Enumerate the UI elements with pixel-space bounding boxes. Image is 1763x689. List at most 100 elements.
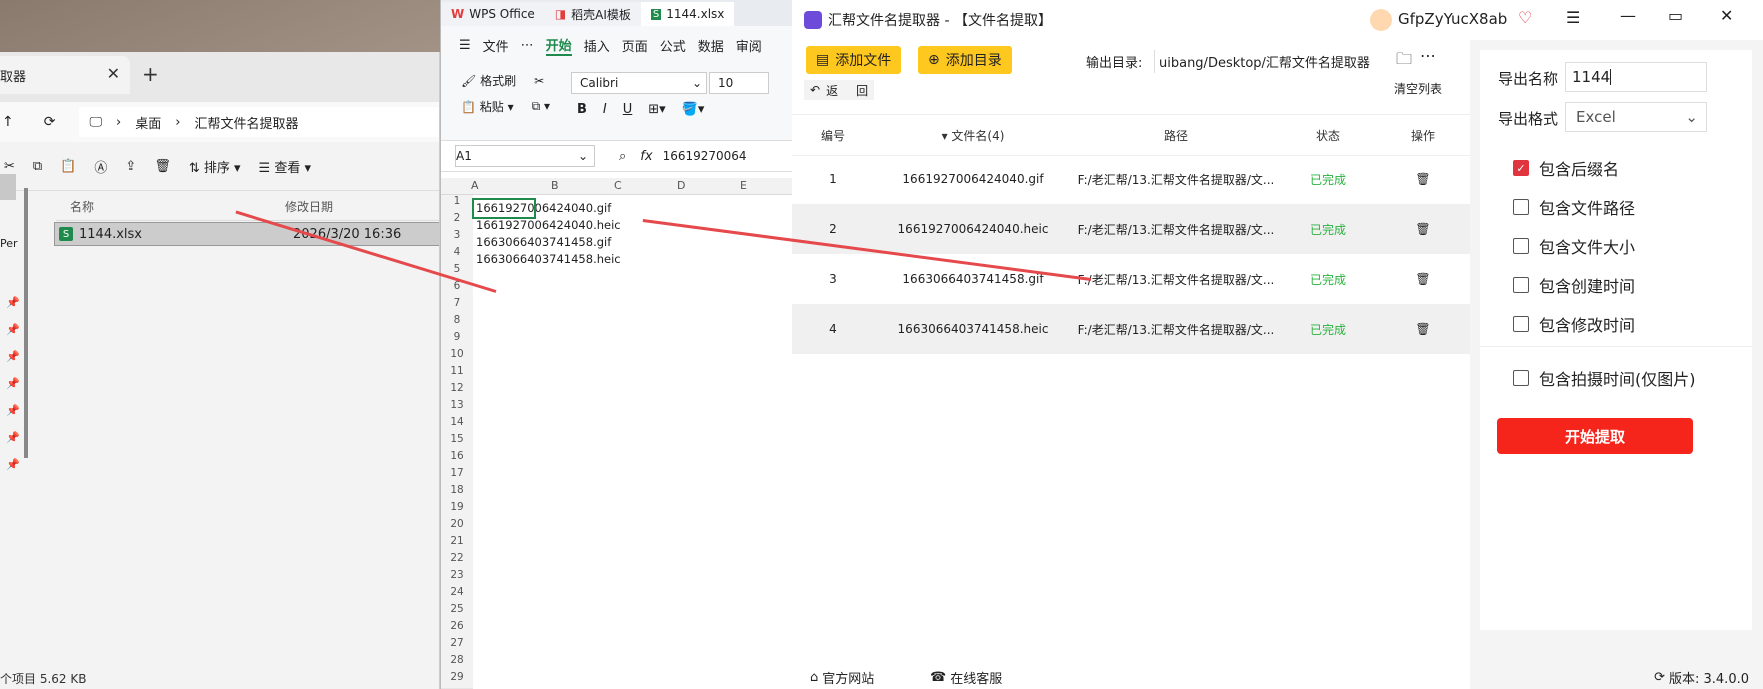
row-header[interactable]: 20 [441,518,473,536]
tab-template[interactable]: ◨ 稻壳AI模板 [544,2,641,26]
rename-icon[interactable]: Ⓐ [94,157,107,176]
column-modified[interactable]: 修改日期 [285,198,333,215]
close-tab-icon[interactable]: ✕ [107,64,120,83]
pin-icon[interactable]: 📌 [6,431,20,444]
font-size-select[interactable]: 10 [709,72,769,94]
output-dir-input[interactable]: uibang/Desktop/汇帮文件名提取器 [1154,50,1374,73]
checkbox[interactable] [1513,277,1529,293]
pin-icon[interactable]: 📌 [6,404,20,417]
breadcrumb-desktop[interactable]: 桌面 [135,113,161,132]
row-header[interactable]: 16 [441,450,473,468]
option-modified[interactable]: 包含修改时间 [1513,312,1635,336]
menu-insert[interactable]: 插入 [584,36,610,55]
option-created[interactable]: 包含创建时间 [1513,273,1635,297]
tab-xlsx[interactable]: S 1144.xlsx [640,2,735,26]
option-path[interactable]: 包含文件路径 [1513,195,1635,219]
checkbox[interactable]: ✓ [1513,160,1529,176]
trash-icon[interactable]: 🗑 [1376,322,1470,336]
row-header[interactable]: 10 [441,348,473,366]
new-tab-icon[interactable]: + [142,62,159,86]
add-dir-button[interactable]: ⊕ 添加目录 [918,46,1012,74]
menu-review[interactable]: 审阅 [736,36,762,55]
share-icon[interactable]: ⇪ [125,159,136,174]
sheet-grid[interactable]: A B C D E 1 2 3 4 5 6 7 8 9 10 11 12 13 14 15 16 17 18 19 2… [441,178,792,689]
up-arrow-icon[interactable]: ↑ [2,114,14,130]
sidebar-scrollbar[interactable] [24,188,28,458]
table-row[interactable]: 2 1661927006424040.heic F:/老汇帮/13.汇帮文件名提… [792,204,1470,254]
file-row[interactable]: S 1144.xlsx 2026/3/20 16:36 [54,222,439,246]
checkbox[interactable] [1513,238,1529,254]
col-b[interactable]: B [551,179,559,192]
checkbox[interactable] [1513,370,1529,386]
row-header[interactable]: 24 [441,586,473,604]
row-header[interactable]: 21 [441,535,473,553]
column-name[interactable]: 名称 [70,198,285,215]
address-bar[interactable]: ↑ ⟳ 🖵 › 桌面 › 汇帮文件名提取器 [0,102,439,142]
menu-home[interactable]: 开始 [545,35,572,56]
sort-button[interactable]: ⇅ 排序 ▾ [189,157,241,176]
menu-data[interactable]: 数据 [698,36,724,55]
folder-open-icon[interactable]: 🗀 [1396,48,1412,75]
row-header[interactable]: 28 [441,654,473,672]
menu-icon[interactable]: ☰ [1566,8,1580,27]
trash-icon[interactable]: 🗑 [1376,172,1470,186]
delete-icon[interactable]: 🗑 [154,159,171,174]
refresh-icon[interactable]: ⟳ [1654,670,1665,685]
row-header[interactable]: 22 [441,552,473,570]
row-header[interactable]: 15 [441,433,473,451]
col-d[interactable]: D [677,179,685,192]
row-header[interactable]: 9 [441,331,473,349]
pin-icon[interactable]: 📌 [6,323,20,336]
menu-formula[interactable]: 公式 [660,36,686,55]
bold-icon[interactable]: B [577,102,587,117]
header-name[interactable]: ▾ 文件名(4) [874,127,1072,144]
tab-wps-office[interactable]: W WPS Office [441,2,545,26]
option-suffix[interactable]: ✓ 包含后缀名 [1513,156,1619,180]
row-header[interactable]: 17 [441,467,473,485]
export-format-select[interactable]: Excel ⌄ [1565,102,1707,132]
close-icon[interactable]: ✕ [1720,6,1733,25]
menu-file[interactable]: 文件 [483,36,509,55]
pin-icon[interactable]: 📌 [6,377,20,390]
option-size[interactable]: 包含文件大小 [1513,234,1635,258]
row-header[interactable]: 4 [441,246,473,264]
col-e[interactable]: E [740,179,747,192]
clear-list-button[interactable]: 清空列表 [1394,80,1442,97]
row-header[interactable]: 25 [441,603,473,621]
col-a[interactable]: A [471,179,479,192]
zoom-icon[interactable]: ⌕ [619,149,626,164]
row-header[interactable]: 29 [441,671,473,689]
add-file-button[interactable]: ▤ 添加文件 [806,46,902,74]
avatar[interactable] [1370,9,1392,31]
option-shot-time[interactable]: 包含拍摄时间(仅图片) [1513,366,1696,390]
row-header[interactable]: 23 [441,569,473,587]
name-box[interactable]: A1 ⌄ [455,145,595,167]
maximize-icon[interactable]: ▭ [1668,6,1683,25]
back-button[interactable]: ↶ 返 回 [804,80,875,100]
minimize-icon[interactable]: — [1620,6,1636,25]
support-link[interactable]: ☎ 在线客服 [930,665,1002,689]
formula-input[interactable]: 16619270064 [663,149,747,163]
row-header[interactable]: 13 [441,399,473,417]
breadcrumb-folder[interactable]: 汇帮文件名提取器 [194,113,298,132]
row-header[interactable]: 14 [441,416,473,434]
refresh-icon[interactable]: ⟳ [44,114,56,130]
col-c[interactable]: C [614,179,622,192]
row-header[interactable]: 1 [441,195,473,213]
cell-a3[interactable]: 1663066403741458.gif [474,234,611,251]
row-header[interactable]: 3 [441,229,473,247]
more-icon[interactable]: ⋯ [1420,46,1436,65]
trash-icon[interactable]: 🗑 [1376,272,1470,286]
row-header[interactable]: 7 [441,297,473,315]
border-icon[interactable]: ⊞▾ [648,102,665,117]
cell-a1[interactable]: 1661927006424040.gif [472,198,611,219]
checkbox[interactable] [1513,199,1529,215]
pin-icon[interactable]: 📌 [6,296,20,309]
menu-page[interactable]: 页面 [622,36,648,55]
underline-icon[interactable]: U [623,102,633,117]
fx-icon[interactable]: fx [640,149,652,164]
row-header[interactable]: 27 [441,637,473,655]
row-header[interactable]: 18 [441,484,473,502]
row-header[interactable]: 26 [441,620,473,638]
more-icon[interactable]: ⋯ [521,38,534,53]
